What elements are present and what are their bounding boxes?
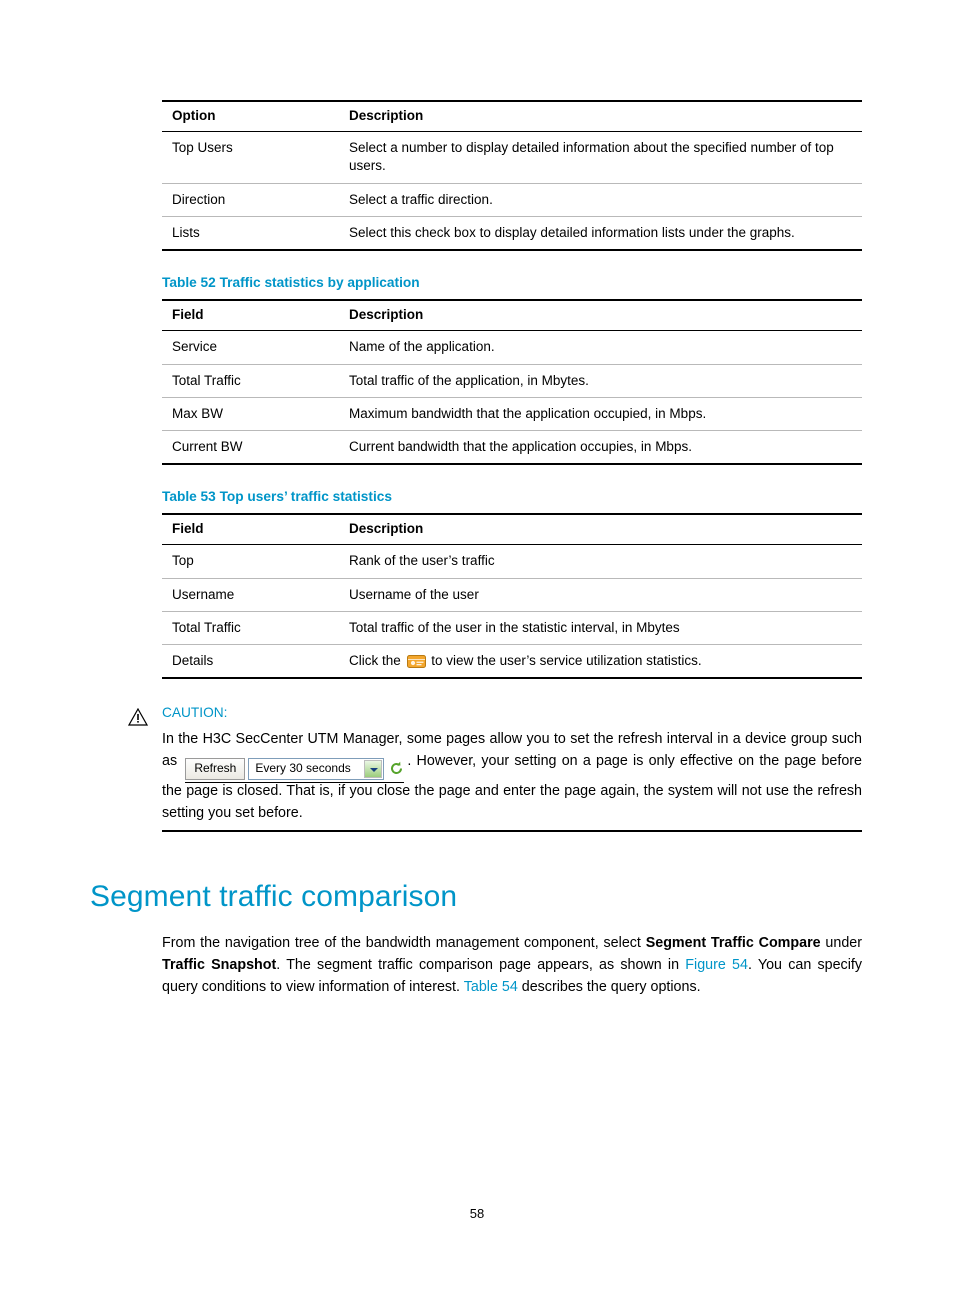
table-head: Option Description (162, 101, 862, 132)
column-header-description: Description (349, 307, 424, 323)
page-title: Segment traffic comparison (90, 880, 458, 914)
table-row: Max BW Maximum bandwidth that the applic… (162, 397, 862, 431)
page-content: Option Description Top Users Select a nu… (90, 100, 862, 999)
widget-underline (185, 781, 405, 783)
cell-field: Total Traffic (172, 372, 241, 388)
table-row: Total Traffic Total traffic of the user … (162, 611, 862, 645)
cell-description: Name of the application. (349, 339, 495, 355)
table-row: Service Name of the application. (162, 331, 862, 365)
table-body: Top Rank of the user’s traffic Username … (162, 545, 862, 679)
para-text-2: under (820, 935, 862, 952)
cell-option: Direction (172, 191, 226, 207)
table-row: Lists Select this check box to display d… (162, 216, 862, 251)
table-head: Field Description (162, 514, 862, 545)
para-bold-traffic-snapshot: Traffic Snapshot (162, 957, 277, 974)
cell-description: Select a number to display detailed info… (349, 140, 834, 174)
table-row: Details Click the to view the user’s ser… (162, 645, 862, 679)
column-header-field: Field (172, 307, 204, 323)
table-row: Top Users Select a number to display det… (162, 132, 862, 184)
cell-description: Current bandwidth that the application o… (349, 438, 692, 454)
refresh-interval-select[interactable]: Every 30 seconds (248, 757, 385, 780)
table-row: Username Username of the user (162, 578, 862, 612)
traffic-statistics-by-application-table: Field Description Service Name of the ap… (162, 299, 862, 465)
table-53-caption: Table 53 Top users’ traffic statistics (162, 489, 392, 505)
section-paragraph: From the navigation tree of the bandwidt… (162, 932, 862, 998)
column-header-description: Description (349, 108, 424, 123)
caution-title: CAUTION: (162, 705, 228, 721)
link-figure-54[interactable]: Figure 54 (685, 957, 748, 973)
cell-field: Top (172, 553, 194, 569)
table-head: Field Description (162, 300, 862, 331)
refresh-button[interactable]: Refresh (185, 757, 246, 780)
table-header-row: Field Description (162, 514, 862, 545)
cell-field: Max BW (172, 405, 224, 421)
page-number: 58 (469, 1206, 485, 1221)
caution-block: CAUTION: In the H3C SecCenter UTM Manage… (127, 705, 862, 833)
caution-body: In the H3C SecCenter UTM Manager, some p… (162, 728, 862, 824)
cell-description: Click the to view the user’s service uti… (339, 645, 862, 679)
user-details-icon (406, 654, 426, 669)
cell-option: Top Users (172, 140, 233, 156)
table-header-row: Field Description (162, 300, 862, 331)
table-body: Service Name of the application. Total T… (162, 331, 862, 465)
cell-field: Service (172, 339, 218, 355)
document-page: Option Description Top Users Select a nu… (0, 0, 954, 1296)
table-header-row: Option Description (162, 101, 862, 132)
table-row: Top Rank of the user’s traffic (162, 545, 862, 579)
table-52-caption: Table 52 Traffic statistics by applicati… (162, 275, 420, 291)
cell-field: Details (172, 653, 214, 669)
column-header-option: Option (172, 108, 216, 123)
cell-description: Total traffic of the user in the statist… (349, 619, 680, 635)
link-table-54[interactable]: Table 54 (464, 979, 518, 995)
table-row: Direction Select a traffic direction. (162, 183, 862, 217)
cell-description: Select a traffic direction. (349, 191, 493, 207)
table-row: Current BW Current bandwidth that the ap… (162, 430, 862, 465)
cell-field: Current BW (172, 438, 243, 454)
details-text-after: to view the user’s service utilization s… (431, 653, 702, 669)
column-header-field: Field (172, 521, 204, 537)
refresh-interval-widget: Refresh Every 30 seconds (185, 757, 405, 783)
chevron-down-icon[interactable] (364, 759, 383, 778)
caution-icon (127, 708, 149, 726)
cell-description: Rank of the user’s traffic (349, 553, 495, 569)
cell-description: Username of the user (349, 586, 479, 602)
details-text-before: Click the (349, 653, 401, 669)
para-bold-segment-traffic-compare: Segment Traffic Compare (645, 935, 821, 952)
cell-description: Select this check box to display detaile… (349, 224, 795, 240)
para-text-1: From the navigation tree of the bandwidt… (162, 935, 646, 952)
cell-description: Total traffic of the application, in Mby… (349, 372, 589, 388)
options-table: Option Description Top Users Select a nu… (162, 100, 862, 251)
para-text-5: describes the query options. (517, 979, 701, 996)
table-row: Total Traffic Total traffic of the appli… (162, 364, 862, 398)
top-users-traffic-statistics-table: Field Description Top Rank of the user’s… (162, 513, 862, 679)
column-header-description: Description (349, 521, 424, 537)
cell-field: Total Traffic (172, 619, 241, 635)
reload-icon[interactable] (389, 761, 404, 776)
cell-option: Lists (172, 224, 200, 240)
refresh-interval-value: Every 30 seconds (255, 760, 351, 775)
cell-field: Username (172, 586, 235, 602)
table-body: Top Users Select a number to display det… (162, 132, 862, 251)
cell-description: Maximum bandwidth that the application o… (349, 405, 707, 421)
para-text-3: . The segment traffic comparison page ap… (276, 957, 686, 974)
